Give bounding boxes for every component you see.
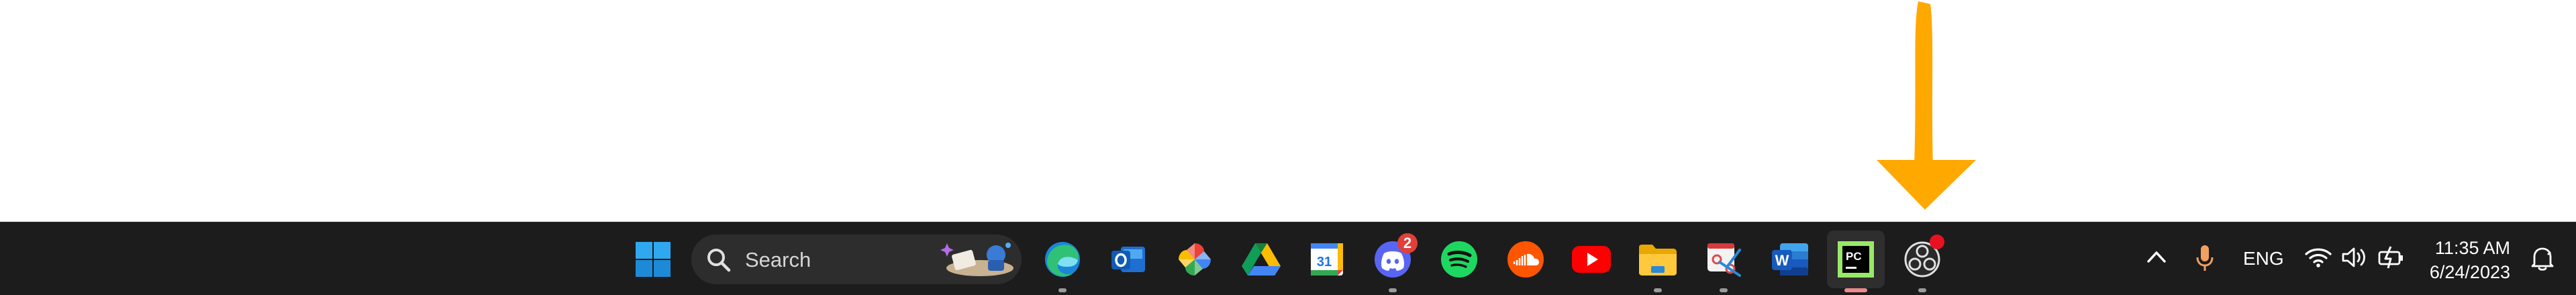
edge-icon <box>1045 242 1080 277</box>
notification-badge: 2 <box>1397 233 1418 253</box>
word-letter: W <box>1775 252 1789 269</box>
folder-icon <box>1639 245 1677 276</box>
wifi-icon[interactable] <box>2305 247 2332 268</box>
search-icon <box>707 249 731 272</box>
pycharm-letters: PC <box>1846 250 1862 263</box>
taskbar-app-discord[interactable]: 2 <box>1364 230 1422 292</box>
outlook-icon <box>1111 247 1145 272</box>
battery-charging-icon[interactable] <box>2376 245 2407 269</box>
google-drive-icon <box>1242 243 1281 276</box>
search-highlight-art-icon <box>940 243 1013 276</box>
clock-time: 11:35 AM <box>2434 238 2510 258</box>
running-indicator <box>1918 288 1926 292</box>
taskbar-app-edge[interactable] <box>1034 230 1091 292</box>
microphone-icon[interactable] <box>2195 244 2215 272</box>
running-indicator <box>1720 288 1728 292</box>
pycharm-icon: PC <box>1838 241 1874 278</box>
chevron-up-icon[interactable] <box>2146 249 2167 264</box>
photos-pinwheel-icon <box>1179 243 1211 276</box>
taskbar-app-snipping-tool[interactable] <box>1695 230 1752 292</box>
windows-logo-icon <box>636 242 671 277</box>
soundcloud-icon <box>1507 241 1544 278</box>
clock-date: 6/24/2023 <box>2429 262 2510 282</box>
search-box[interactable]: Search <box>691 235 1022 284</box>
word-icon: W <box>1772 243 1808 276</box>
taskbar-app-word[interactable]: W <box>1761 230 1819 288</box>
taskbar-app-google-calendar[interactable]: 31 <box>1298 230 1356 288</box>
calendar-icon: 31 <box>1311 243 1343 276</box>
taskbar-app-soundcloud[interactable] <box>1497 230 1554 288</box>
taskbar: Search 31 2 W PC ENG 11:35 AM 6/24/2023 <box>0 222 2576 295</box>
down-arrow-icon <box>1877 1 1976 210</box>
taskbar-app-youtube[interactable] <box>1563 230 1620 288</box>
snipping-tool-icon <box>1707 243 1741 277</box>
notification-dot <box>1930 235 1944 249</box>
taskbar-app-google-drive[interactable] <box>1232 230 1290 288</box>
taskbar-app-spotify[interactable] <box>1430 230 1488 288</box>
volume-icon[interactable] <box>2341 247 2368 268</box>
running-indicator <box>1389 288 1397 292</box>
taskbar-app-photos[interactable] <box>1166 230 1224 288</box>
clock[interactable]: 11:35 AM 6/24/2023 <box>2410 236 2510 284</box>
spotify-icon <box>1441 241 1477 278</box>
running-indicator-active <box>1844 288 1867 292</box>
language-indicator[interactable]: ENG <box>2243 248 2284 269</box>
taskbar-app-pycharm[interactable]: PC <box>1827 230 1885 292</box>
search-placeholder: Search <box>745 248 811 271</box>
notification-bell-icon[interactable] <box>2529 245 2556 272</box>
taskbar-app-obs[interactable] <box>1893 230 1951 292</box>
calendar-day-label: 31 <box>1317 255 1332 269</box>
start-button[interactable] <box>624 230 682 288</box>
youtube-icon <box>1572 246 1611 273</box>
taskbar-app-file-explorer[interactable] <box>1629 230 1687 292</box>
running-indicator <box>1058 288 1067 292</box>
running-indicator <box>1654 288 1662 292</box>
taskbar-app-outlook[interactable] <box>1099 230 1157 288</box>
